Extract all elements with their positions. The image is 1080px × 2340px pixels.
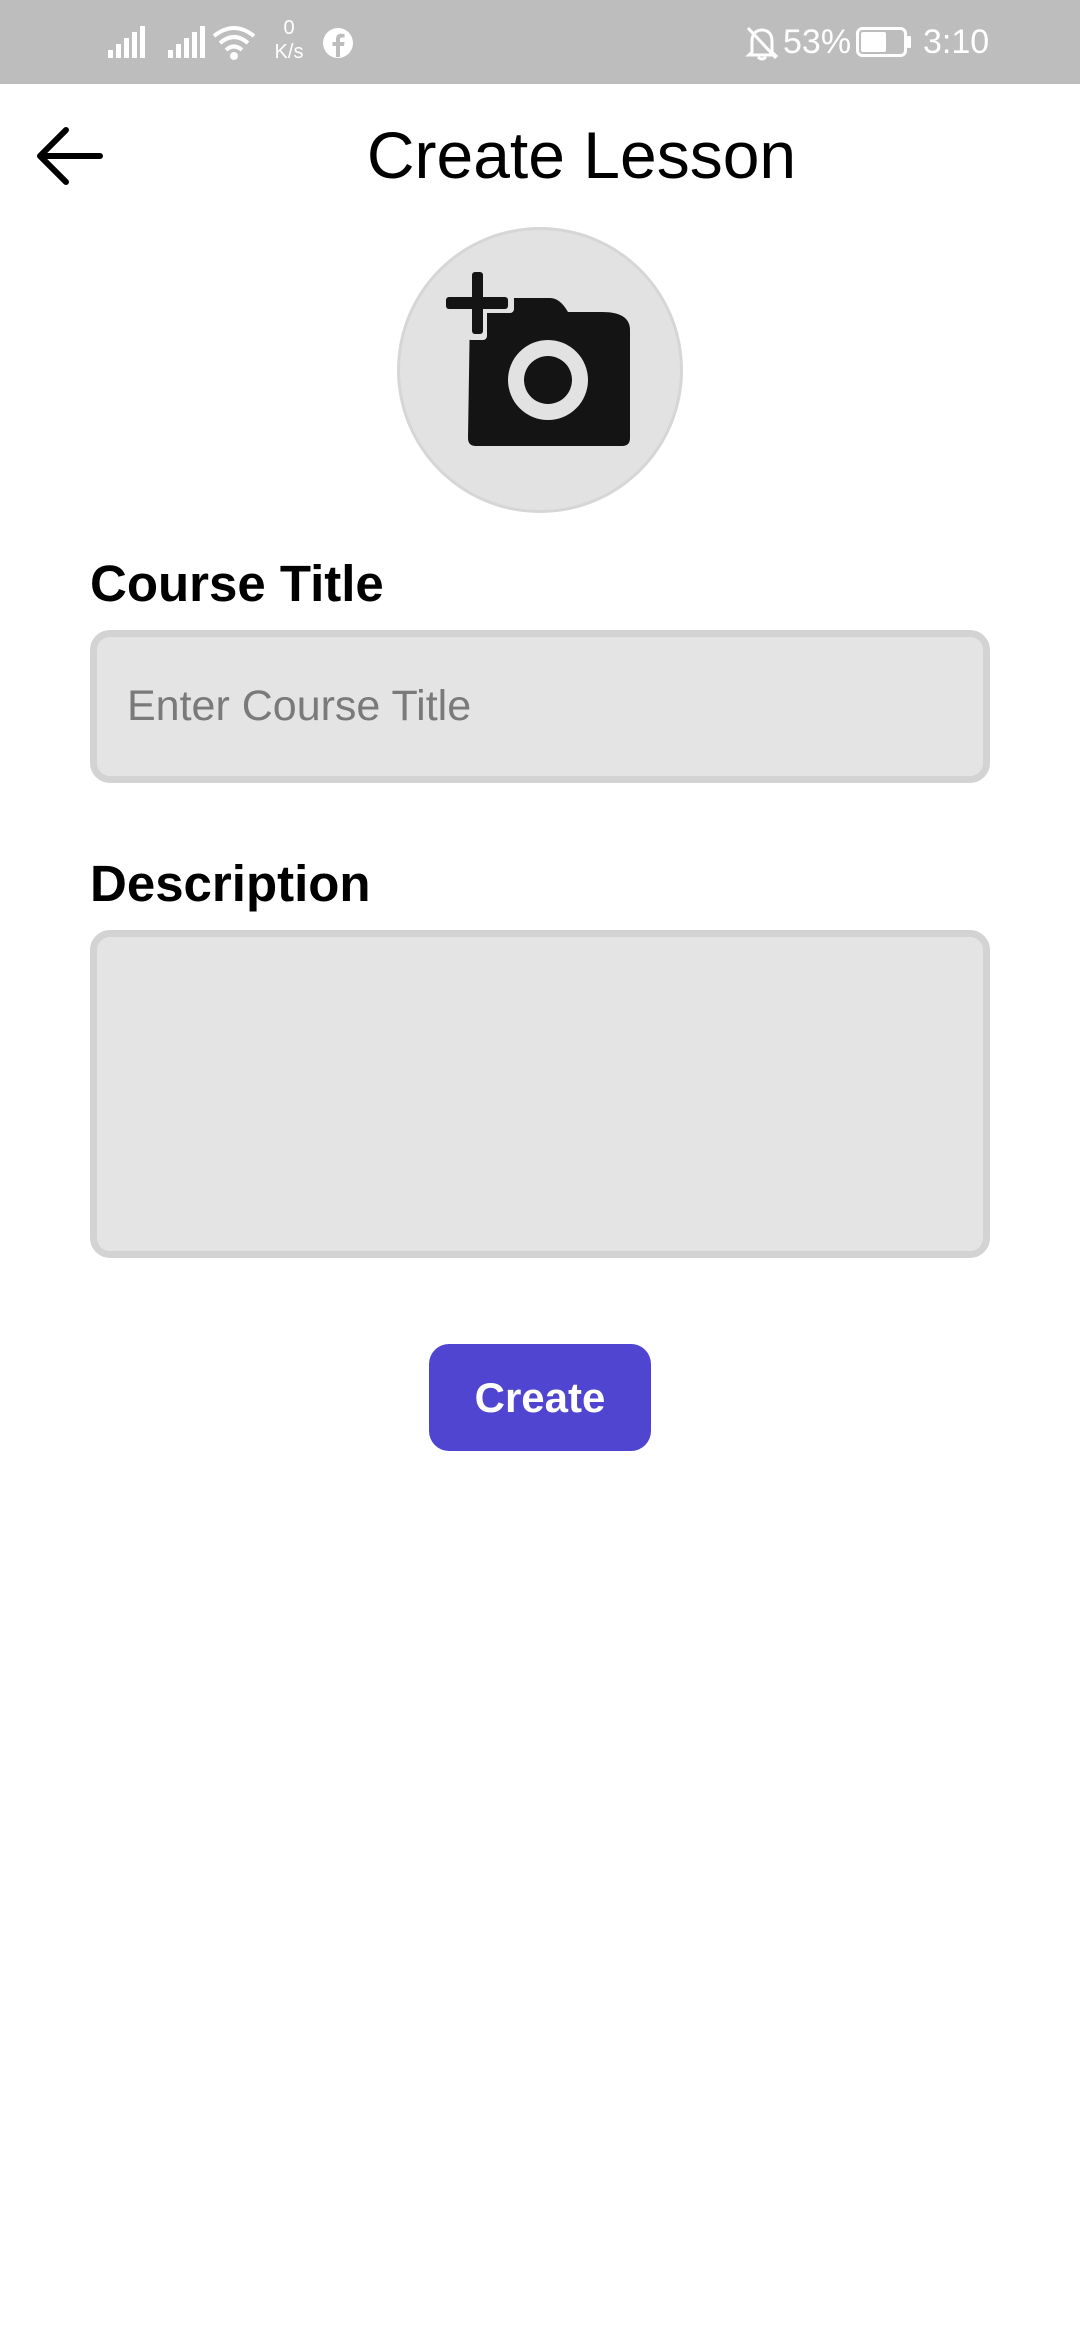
description-input[interactable] xyxy=(97,937,983,1251)
status-bar: 0 K/s 53% 3:10 xyxy=(0,0,1080,84)
battery-icon xyxy=(856,27,911,57)
bell-off-icon xyxy=(745,26,779,61)
course-title-input[interactable] xyxy=(97,637,983,776)
facebook-icon xyxy=(323,28,353,58)
network-speed-unit: K/s xyxy=(274,41,304,63)
signal-icon xyxy=(108,26,145,58)
wifi-icon xyxy=(212,26,256,60)
create-button[interactable]: Create xyxy=(429,1344,651,1451)
signal-icon xyxy=(168,26,205,58)
description-field-container xyxy=(90,930,990,1258)
add-photo-button[interactable] xyxy=(400,230,680,510)
description-label: Description xyxy=(90,855,371,912)
network-speed: 0 K/s xyxy=(268,16,310,64)
add-photo-camera-icon xyxy=(440,266,630,446)
course-title-label: Course Title xyxy=(90,555,384,612)
page-title: Create Lesson xyxy=(366,118,797,192)
course-title-field-container xyxy=(90,630,990,783)
network-speed-value: 0 xyxy=(283,17,295,39)
battery-percent: 53% xyxy=(783,23,852,61)
clock: 3:10 xyxy=(923,23,990,61)
